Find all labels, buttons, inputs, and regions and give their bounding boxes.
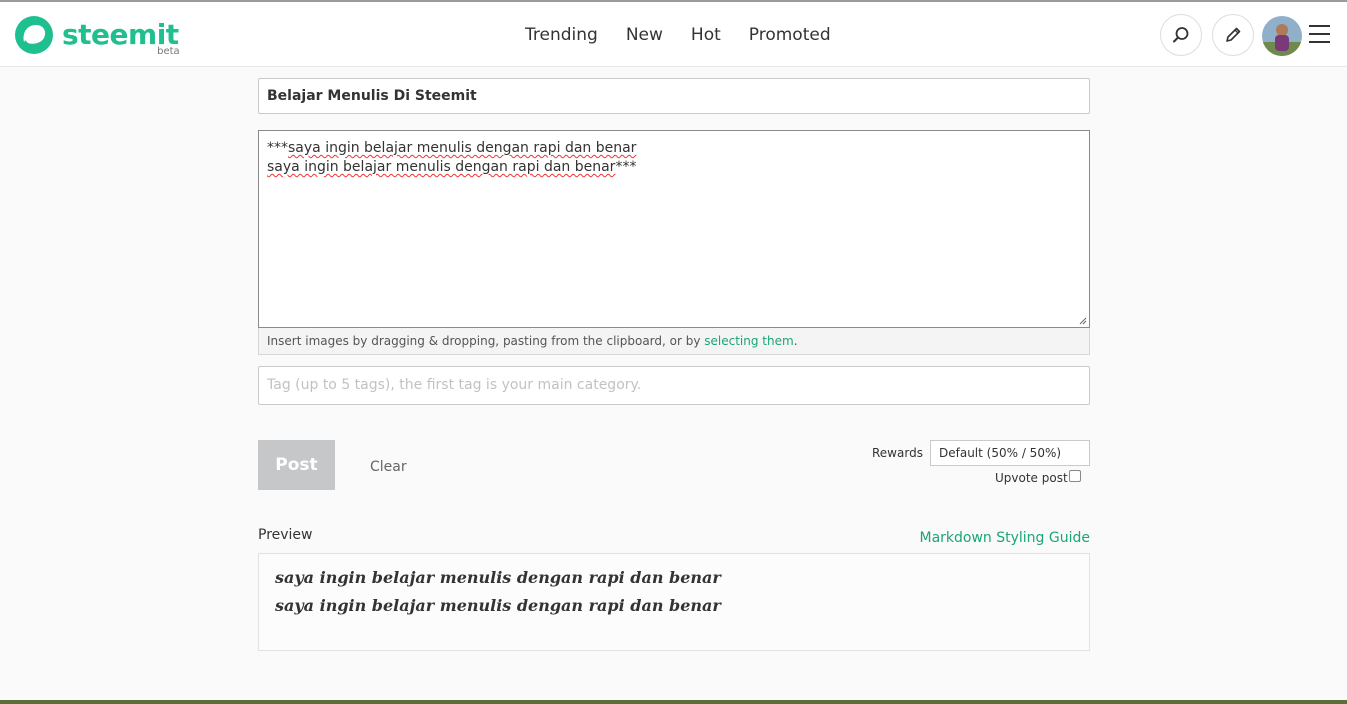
post-button[interactable]: Post: [258, 440, 335, 490]
main-nav: Trending New Hot Promoted: [525, 2, 859, 67]
select-images-link[interactable]: selecting them: [704, 334, 793, 348]
nav-promoted[interactable]: Promoted: [749, 25, 831, 45]
new-post-button[interactable]: [1212, 14, 1254, 56]
post-title-input[interactable]: Belajar Menulis Di Steemit: [258, 78, 1090, 114]
pencil-icon: [1226, 27, 1241, 42]
editor-text-line-1: saya ingin belajar menulis dengan rapi d…: [288, 140, 637, 156]
steemit-logo-icon: [15, 16, 53, 54]
nav-trending[interactable]: Trending: [525, 25, 598, 45]
brand-name: steemit beta: [62, 18, 180, 57]
post-body-editor[interactable]: ***saya ingin belajar menulis dengan rap…: [258, 130, 1090, 328]
search-button[interactable]: [1160, 14, 1202, 56]
user-avatar[interactable]: [1262, 16, 1302, 56]
nav-hot[interactable]: Hot: [691, 25, 721, 45]
nav-new[interactable]: New: [626, 25, 663, 45]
preview-label: Preview: [258, 527, 313, 543]
drop-hint-text: Insert images by dragging & dropping, pa…: [267, 334, 705, 348]
avatar-image: [1262, 16, 1302, 56]
resize-grip-icon[interactable]: [1079, 317, 1087, 325]
bottom-taskbar-edge: [0, 700, 1347, 704]
beta-badge: beta: [157, 46, 180, 57]
upvote-post-checkbox[interactable]: [1069, 470, 1081, 482]
upvote-post-label: Upvote post: [995, 471, 1068, 485]
editor-line-1: ***saya ingin belajar menulis dengan rap…: [267, 139, 1081, 158]
preview-line-2: saya ingin belajar menulis dengan rapi d…: [275, 596, 721, 615]
preview-box: saya ingin belajar menulis dengan rapi d…: [258, 553, 1090, 651]
drop-hint-end: .: [793, 334, 798, 348]
image-drop-hint: Insert images by dragging & dropping, pa…: [258, 328, 1090, 355]
editor-text-line-2: saya ingin belajar menulis dengan rapi d…: [267, 159, 616, 175]
markdown-prefix: ***: [267, 140, 288, 156]
top-header: steemit beta Trending New Hot Promoted: [0, 0, 1347, 67]
search-icon: [1173, 27, 1189, 43]
clear-button[interactable]: Clear: [370, 459, 407, 475]
editor-line-2: saya ingin belajar menulis dengan rapi d…: [267, 158, 1081, 177]
steemit-logo[interactable]: steemit beta: [14, 15, 180, 57]
rewards-select[interactable]: Default (50% / 50%): [930, 440, 1090, 466]
markdown-suffix: ***: [615, 159, 637, 175]
tags-input[interactable]: Tag (up to 5 tags), the first tag is you…: [258, 366, 1090, 405]
markdown-guide-link[interactable]: Markdown Styling Guide: [919, 530, 1090, 546]
preview-line-1: saya ingin belajar menulis dengan rapi d…: [275, 568, 721, 587]
rewards-label: Rewards: [872, 446, 923, 460]
hamburger-icon[interactable]: [1309, 25, 1331, 45]
